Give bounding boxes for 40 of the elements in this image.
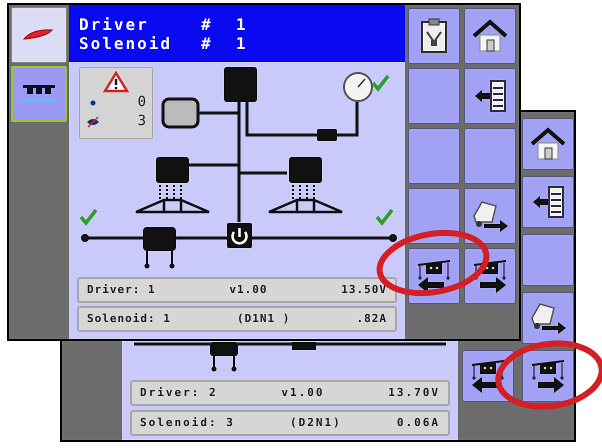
sidebar-tab[interactable] <box>11 7 67 63</box>
crossed-eye-icon <box>86 116 100 128</box>
list-button[interactable] <box>464 68 516 124</box>
warning-icon <box>103 71 129 93</box>
alarm-count: 3 <box>138 112 146 131</box>
info-text: 13.50V <box>341 282 387 298</box>
title-number: # 1 <box>201 14 248 34</box>
clipboard-icon <box>419 18 449 54</box>
check-icon <box>376 208 394 226</box>
info-text: v1.00 <box>229 282 268 298</box>
sidebar-tab[interactable] <box>11 66 67 122</box>
title-label: Driver <box>79 14 150 34</box>
check-icon <box>80 208 98 226</box>
blank-button[interactable] <box>522 234 574 286</box>
info-text: 13.70V <box>388 384 440 401</box>
home-icon <box>472 19 508 53</box>
info-text: .82A <box>356 310 387 327</box>
info-text: Solenoid: 3 <box>140 414 235 431</box>
spray-boom-icon <box>21 83 57 105</box>
info-text: 0.06A <box>396 414 440 431</box>
alarm-count: 0 <box>138 93 146 112</box>
home-button[interactable] <box>464 8 516 64</box>
list-button[interactable] <box>522 176 574 228</box>
check-icon <box>372 74 390 92</box>
info-text: v1.00 <box>281 384 324 401</box>
title-number: # 1 <box>201 34 248 52</box>
info-text: Solenoid: 1 <box>87 310 171 327</box>
clipboard-button[interactable] <box>408 8 460 64</box>
title-label: Solenoid <box>79 34 174 52</box>
home-icon <box>530 127 566 161</box>
info-text: (D1N1 ) <box>237 310 290 327</box>
truck-button[interactable] <box>464 188 516 244</box>
info-text: Driver: 2 <box>140 384 218 401</box>
steer-right-button[interactable] <box>522 350 574 402</box>
steer-right-button[interactable] <box>464 248 516 304</box>
eye-icon <box>86 98 100 106</box>
truck-button[interactable] <box>522 292 574 344</box>
info-text: (D2N1) <box>290 414 342 431</box>
info-text: Driver: 1 <box>87 282 156 298</box>
home-button[interactable] <box>522 118 574 170</box>
